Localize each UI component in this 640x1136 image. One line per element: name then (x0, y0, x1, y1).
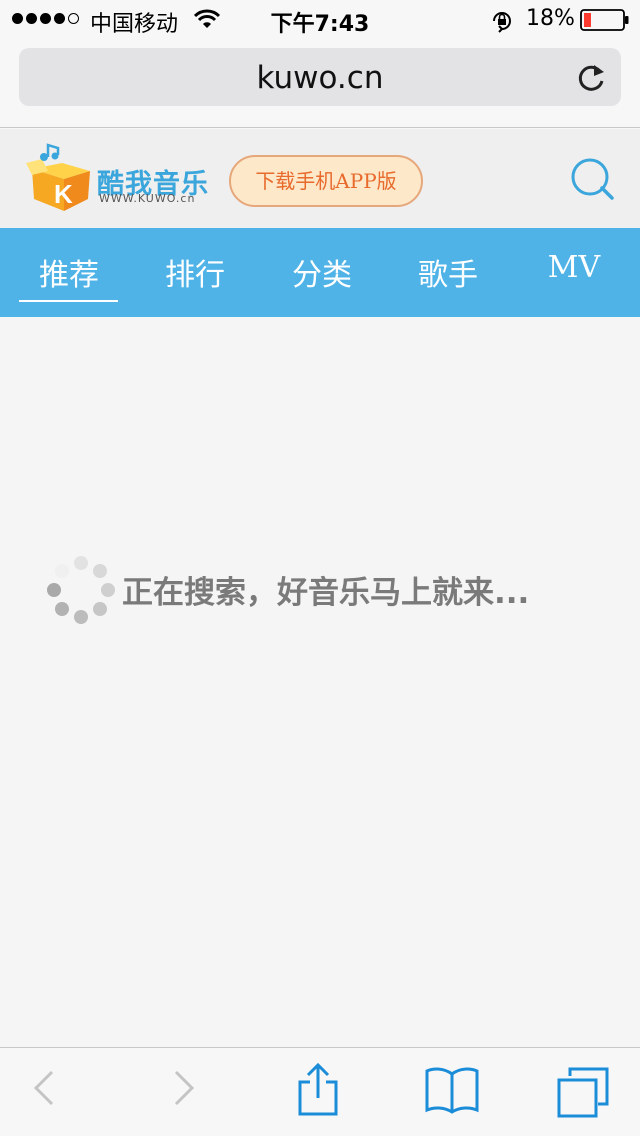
search-icon[interactable] (568, 157, 616, 201)
main-content: 正在搜索，好音乐马上就来... (0, 317, 640, 1047)
bookmarks-icon[interactable] (424, 1066, 480, 1114)
status-bar: 中国移动 下午7:43 18% (0, 0, 640, 40)
address-bar[interactable]: kuwo.cn (19, 48, 621, 106)
svg-text:K: K (54, 179, 73, 209)
nav-item-recommend[interactable]: 推荐 (19, 250, 119, 294)
loading-message: 正在搜索，好音乐马上就来... (122, 575, 530, 611)
url-text[interactable]: kuwo.cn (19, 60, 621, 96)
site-header: K 酷我音乐 WWW.KUWO.cn 下载手机APP版 (0, 129, 640, 228)
logo-url: WWW.KUWO.cn (99, 192, 196, 205)
share-icon[interactable] (296, 1062, 340, 1118)
browser-address-area: kuwo.cn (0, 40, 640, 128)
kuwo-logo-icon[interactable]: K (24, 143, 96, 213)
tabs-icon[interactable] (556, 1066, 610, 1118)
nav-active-indicator (19, 300, 118, 302)
back-icon[interactable] (32, 1066, 56, 1110)
download-app-button[interactable]: 下载手机APP版 (229, 155, 423, 207)
nav-item-mv[interactable]: MV (524, 250, 624, 285)
nav-item-chart[interactable]: 排行 (145, 250, 245, 294)
reload-icon[interactable] (577, 61, 607, 93)
browser-toolbar (0, 1047, 640, 1136)
orientation-lock-icon (493, 12, 511, 33)
loading-spinner-icon (47, 556, 115, 624)
forward-icon[interactable] (172, 1066, 196, 1110)
nav-item-category[interactable]: 分类 (272, 250, 372, 294)
nav-item-artist[interactable]: 歌手 (398, 250, 498, 294)
battery-percent: 18% (526, 6, 575, 31)
battery-icon (580, 9, 629, 31)
main-nav: 推荐 排行 分类 歌手 MV (0, 228, 640, 317)
